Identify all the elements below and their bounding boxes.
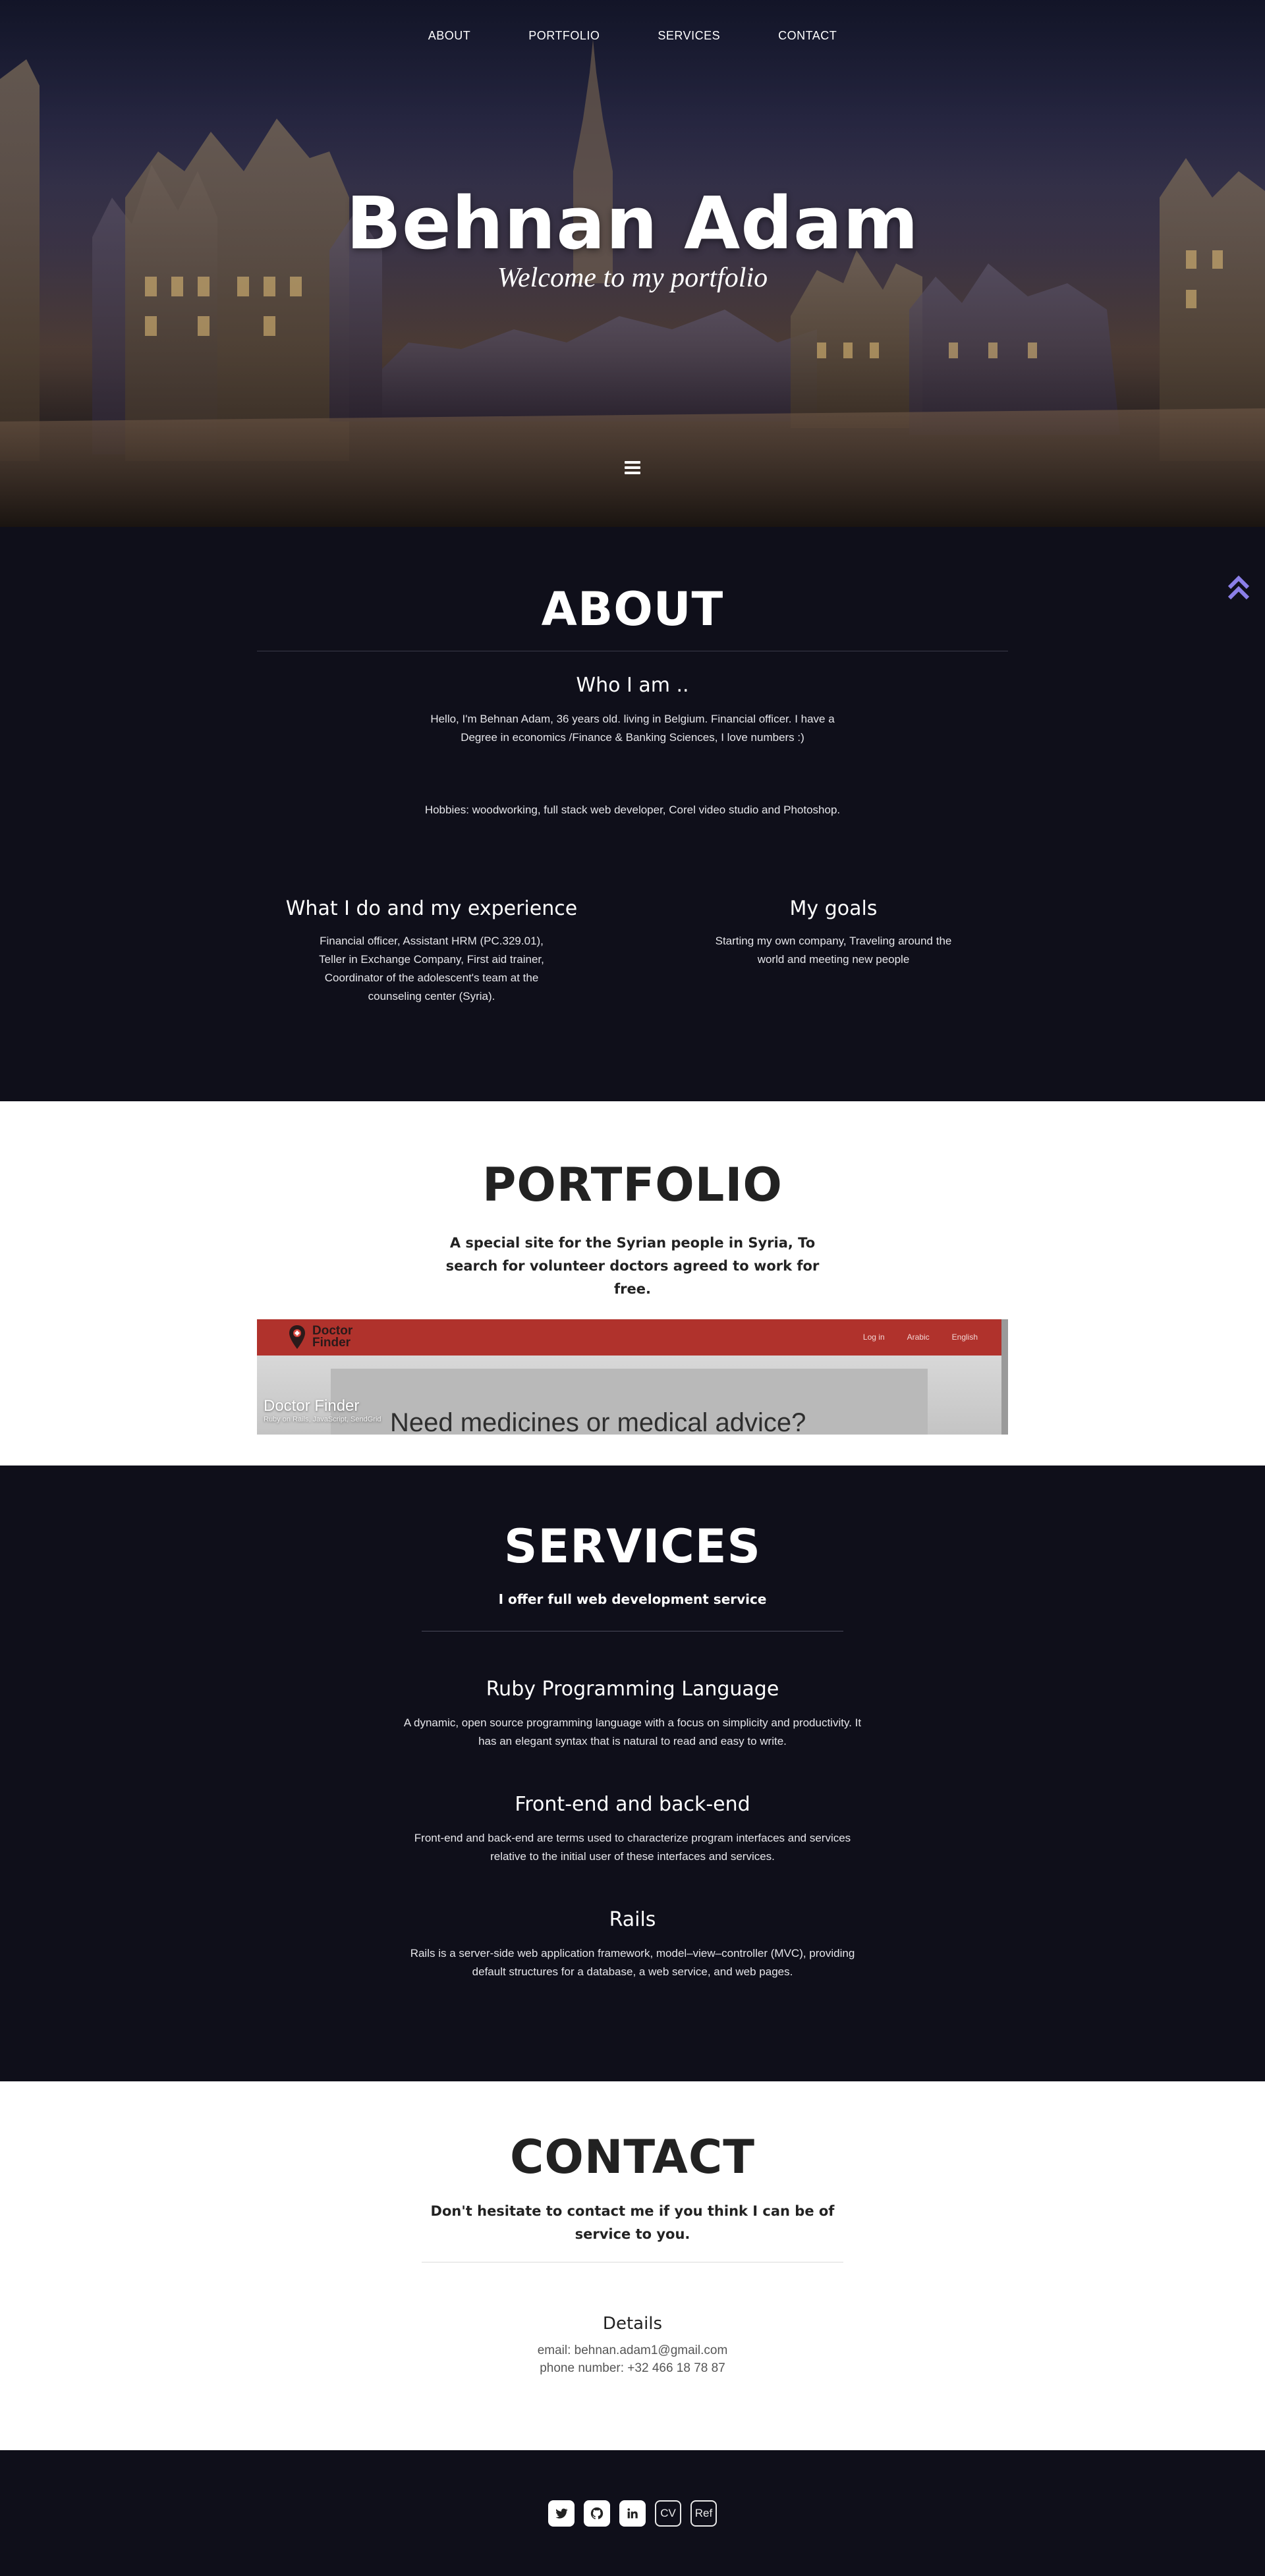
services-section: SERVICES I offer full web development se…: [0, 1466, 1265, 2081]
project-caption: Doctor Finder Ruby on Rails, JavaScript,…: [264, 1397, 381, 1423]
project-header-bar: Doctor Finder Log in Arabic English: [257, 1319, 1001, 1356]
project-scrollbar: [1001, 1319, 1008, 1435]
cv-button[interactable]: CV: [655, 2500, 681, 2527]
service-item: Ruby Programming Language A dynamic, ope…: [0, 1678, 1265, 1751]
contact-title: CONTACT: [509, 2130, 756, 2184]
project-link-english: English: [951, 1332, 978, 1342]
service-text: A dynamic, open source programming langu…: [403, 1716, 862, 1747]
details-heading: Details: [602, 2314, 663, 2334]
nav-link-services[interactable]: SERVICES: [658, 29, 720, 72]
project-link-arabic: Arabic: [907, 1332, 930, 1342]
who-text: Hello, I'm Behnan Adam, 36 years old. li…: [430, 713, 835, 744]
map-pin-icon: [289, 1325, 305, 1349]
service-item: Rails Rails is a server-side web applica…: [0, 1908, 1265, 1981]
contact-lead: Don't hesitate to contact me if you thin…: [430, 2203, 835, 2242]
portfolio-lead: A special site for the Syrian people in …: [445, 1235, 820, 1297]
linkedin-icon[interactable]: [619, 2500, 646, 2527]
service-item: Front-end and back-end Front-end and bac…: [0, 1793, 1265, 1866]
goals-heading: My goals: [789, 897, 878, 920]
nav-link-about[interactable]: ABOUT: [428, 29, 471, 72]
hero-subtitle: Welcome to my portfolio: [497, 263, 768, 293]
about-title: ABOUT: [541, 582, 724, 636]
project-nav-links: Log in Arabic English: [863, 1332, 978, 1342]
experience-column: What I do and my experience Financial of…: [277, 897, 586, 1006]
project-logo: Doctor Finder: [289, 1325, 352, 1350]
project-caption-title: Doctor Finder: [264, 1397, 360, 1415]
project-caption-sub: Ruby on Rails, JavaScript, SendGrid: [264, 1415, 381, 1423]
project-screenshot-doctor-finder[interactable]: Doctor Finder Log in Arabic English Need…: [257, 1319, 1008, 1435]
service-text: Front-end and back-end are terms used to…: [414, 1832, 851, 1863]
service-heading: Ruby Programming Language: [486, 1678, 779, 1701]
nav-link-contact[interactable]: CONTACT: [778, 29, 837, 72]
services-lead: I offer full web development service: [498, 1591, 767, 1607]
service-heading: Front-end and back-end: [515, 1793, 750, 1816]
who-heading: Who I am ..: [576, 674, 689, 697]
goals-text: Starting my own company, Traveling aroun…: [715, 935, 952, 966]
hobbies-text: Hobbies: woodworking, full stack web dev…: [424, 804, 841, 816]
experience-heading: What I do and my experience: [285, 897, 578, 920]
footer: CV Ref: [0, 2450, 1265, 2576]
hero-banner: ABOUT PORTFOLIO SERVICES CONTACT Behnan …: [0, 0, 1265, 527]
portfolio-title: PORTFOLIO: [482, 1158, 783, 1212]
contact-phone[interactable]: phone number: +32 466 18 78 87: [0, 2359, 1265, 2377]
project-link-login: Log in: [862, 1332, 885, 1342]
double-chevron-up-icon[interactable]: [1225, 573, 1252, 602]
service-text: Rails is a server-side web application f…: [410, 1947, 855, 1978]
contact-details: Details email: behnan.adam1@gmail.com ph…: [0, 2314, 1265, 2377]
top-navigation: ABOUT PORTFOLIO SERVICES CONTACT: [0, 0, 1265, 72]
services-title: SERVICES: [504, 1520, 761, 1574]
github-icon[interactable]: [584, 2500, 610, 2527]
contact-email[interactable]: email: behnan.adam1@gmail.com: [0, 2342, 1265, 2359]
references-button[interactable]: Ref: [690, 2500, 717, 2527]
twitter-icon[interactable]: [548, 2500, 575, 2527]
project-headline: Need medicines or medical advice?: [390, 1408, 806, 1435]
goals-column: My goals Starting my own company, Travel…: [679, 897, 988, 1006]
hero-title: Behnan Adam: [346, 181, 919, 265]
service-heading: Rails: [609, 1908, 656, 1931]
hamburger-icon[interactable]: [625, 461, 640, 474]
about-columns: What I do and my experience Financial of…: [0, 897, 1265, 1006]
experience-text: Financial officer, Assistant HRM (PC.329…: [319, 935, 544, 1002]
about-section: ABOUT Who I am .. Hello, I'm Behnan Adam…: [0, 527, 1265, 1101]
project-brand: Doctor Finder: [312, 1324, 353, 1350]
nav-link-portfolio[interactable]: PORTFOLIO: [528, 29, 600, 72]
contact-section: CONTACT Don't hesitate to contact me if …: [0, 2081, 1265, 2450]
portfolio-section: PORTFOLIO A special site for the Syrian …: [0, 1101, 1265, 1466]
